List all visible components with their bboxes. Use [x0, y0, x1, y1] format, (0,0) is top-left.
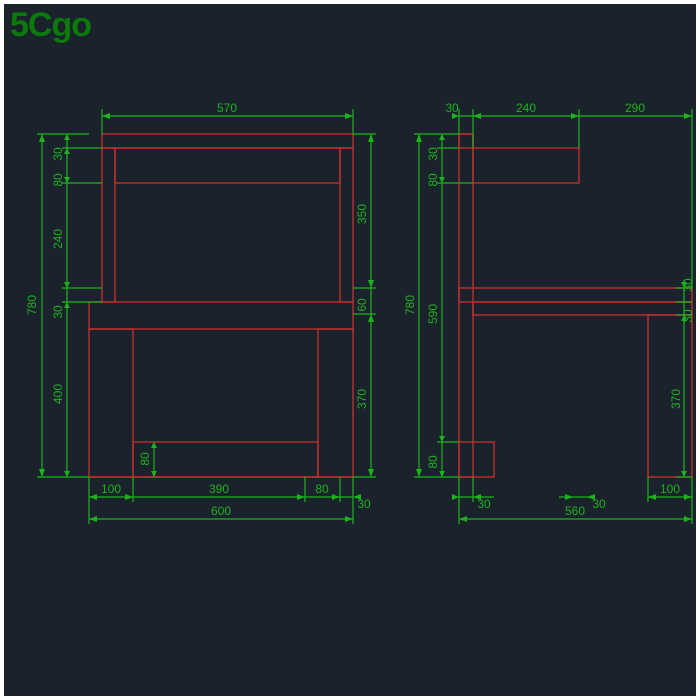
front-view-geometry — [89, 134, 353, 477]
dim-front-100: 100 — [101, 482, 121, 496]
dim-side-100: 100 — [660, 482, 680, 496]
side-view-geometry — [459, 134, 692, 477]
side-view-dims: 30 240 290 780 30 80 590 80 30 30 370 — [403, 101, 695, 524]
dim-side-r30b: 30 — [681, 309, 695, 323]
dim-side-b30b: 30 — [592, 497, 606, 511]
dim-front-80b: 80 — [138, 452, 152, 466]
dim-side-b30a: 30 — [477, 497, 491, 511]
dim-front-top-570: 570 — [217, 101, 237, 115]
dim-front-h-780: 780 — [25, 295, 39, 315]
dim-front-600: 600 — [211, 504, 231, 518]
dim-front-80c: 80 — [315, 482, 329, 496]
drawing-svg: 570 780 30 80 240 30 400 80 — [4, 4, 696, 696]
dim-front-370: 370 — [355, 389, 369, 409]
dim-side-r30a: 30 — [681, 278, 695, 292]
dim-front-80a: 80 — [51, 173, 65, 187]
dim-side-370: 370 — [669, 389, 683, 409]
dim-front-400: 400 — [51, 384, 65, 404]
dim-side-top30: 30 — [445, 101, 459, 115]
dim-front-30c: 30 — [357, 497, 371, 511]
front-view-dims: 570 780 30 80 240 30 400 80 — [25, 101, 376, 524]
dim-side-590: 590 — [426, 304, 440, 324]
dim-side-240: 240 — [516, 101, 536, 115]
dim-front-30b: 30 — [51, 305, 65, 319]
dim-front-240: 240 — [51, 229, 65, 249]
dim-side-80a: 80 — [426, 173, 440, 187]
dim-front-390: 390 — [209, 482, 229, 496]
dim-side-560: 560 — [565, 504, 585, 518]
dim-front-350: 350 — [355, 204, 369, 224]
dim-side-290: 290 — [625, 101, 645, 115]
dim-side-80b: 80 — [426, 455, 440, 469]
dim-front-60: 60 — [355, 298, 369, 312]
dim-side-30a: 30 — [426, 147, 440, 161]
dim-front-30a: 30 — [51, 147, 65, 161]
dim-side-780: 780 — [403, 295, 417, 315]
